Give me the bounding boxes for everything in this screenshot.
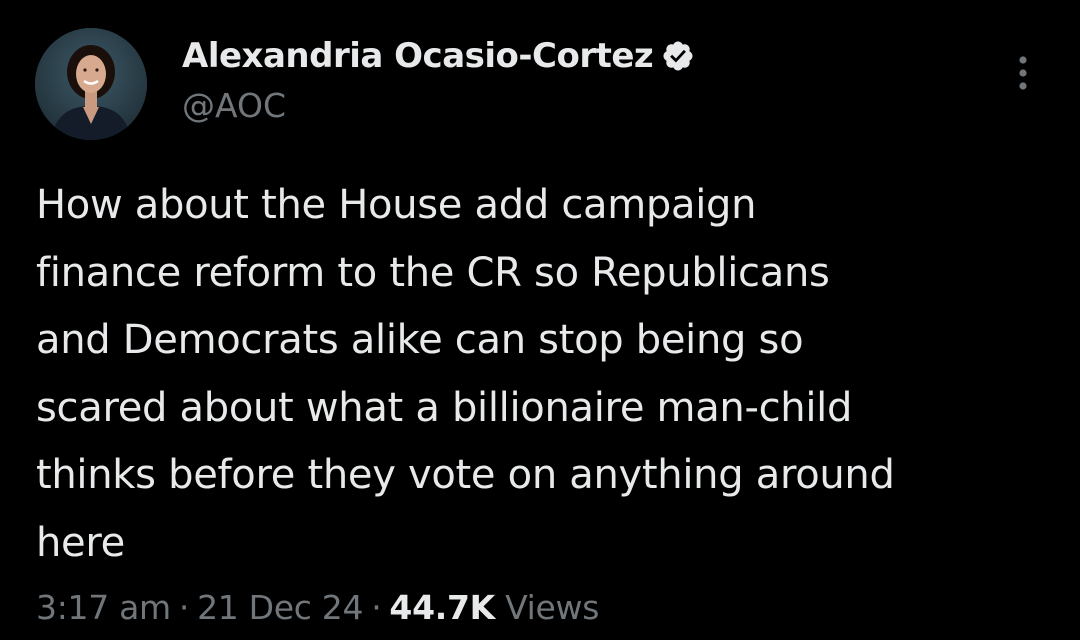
more-vertical-icon: [1019, 56, 1027, 90]
tweet-text-line: and Democrats alike can stop being so: [36, 317, 804, 363]
views-count[interactable]: 44.7K: [389, 588, 495, 627]
tweet-time[interactable]: 3:17 am: [36, 588, 171, 627]
tweet-text-line: here: [36, 519, 125, 566]
tweet-text-line: finance reform to the CR so Republicans: [36, 249, 830, 296]
tweet-metadata: 3:17 am · 21 Dec 24 · 44.7K Views: [36, 588, 599, 627]
views-label[interactable]: Views: [505, 588, 599, 627]
tweet-text-line: scared about what a billionaire man-chil…: [36, 384, 853, 431]
tweet-date[interactable]: 21 Dec 24: [197, 588, 363, 627]
tweet-card: Alexandria Ocasio-Cortez @AOC How about …: [0, 0, 1080, 640]
author-display-name[interactable]: Alexandria Ocasio-Cortez: [182, 36, 654, 76]
verified-badge-icon[interactable]: [661, 39, 695, 73]
avatar-image: [35, 28, 147, 140]
meta-separator: ·: [178, 588, 190, 627]
avatar[interactable]: [35, 28, 147, 140]
author-name-row: Alexandria Ocasio-Cortez: [182, 36, 695, 76]
tweet-text-line: thinks before they vote on anything arou…: [36, 452, 895, 498]
author-handle[interactable]: @AOC: [182, 86, 286, 125]
more-options-button[interactable]: [1006, 54, 1040, 92]
tweet-text: How about the House add campaign finance…: [36, 172, 1046, 577]
meta-separator: ·: [371, 588, 382, 627]
tweet-text-line: How about the House add campaign: [36, 182, 757, 228]
